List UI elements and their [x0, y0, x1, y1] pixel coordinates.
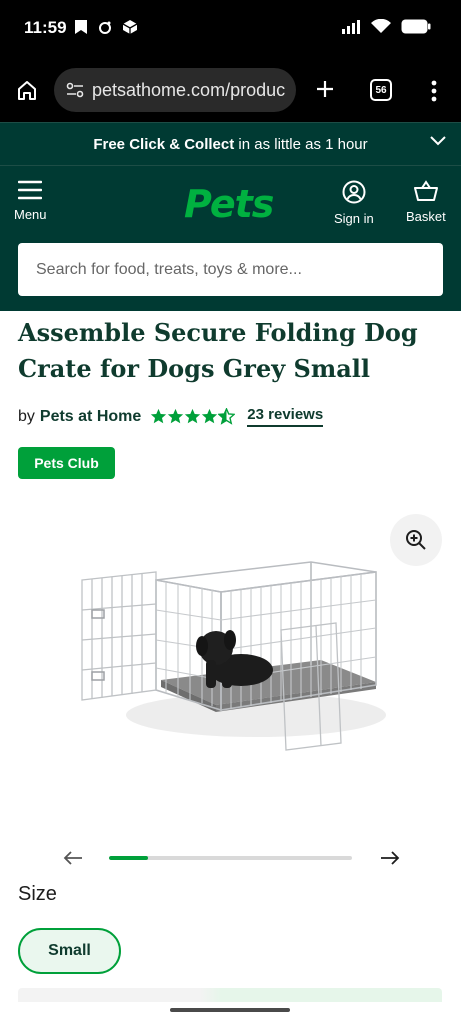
circle-icon — [99, 21, 111, 34]
bookmark-icon — [75, 20, 87, 34]
browser-toolbar: petsathome.com/produc 56 — [0, 58, 461, 122]
status-system-icons — [341, 19, 431, 34]
carousel-progress-fill — [109, 856, 148, 860]
basket-button[interactable]: Basket — [406, 180, 446, 224]
more-vert-icon — [431, 80, 437, 102]
product-image[interactable] — [66, 500, 396, 800]
status-bar: 11:59 — [0, 0, 461, 58]
url-text: petsathome.com/produc — [92, 79, 286, 100]
size-option-small[interactable]: Small — [18, 928, 121, 974]
signal-icon — [342, 19, 360, 34]
user-icon — [342, 180, 366, 204]
search-input[interactable]: Search for food, treats, toys & more... — [18, 243, 443, 296]
plus-icon — [317, 81, 333, 97]
menu-button[interactable]: Menu — [14, 180, 47, 222]
basket-label: Basket — [406, 209, 446, 224]
zoom-in-icon — [406, 530, 426, 550]
pets-club-badge: Pets Club — [18, 447, 115, 479]
status-notification-icons — [74, 19, 138, 35]
previous-image-button[interactable] — [60, 847, 86, 869]
site-header: Menu Pets Sign in Basket Search for food… — [0, 166, 461, 311]
star-rating — [150, 408, 236, 425]
promo-rest: in as little as 1 hour — [234, 136, 368, 153]
carousel-progress — [109, 856, 352, 860]
by-label: by — [18, 407, 35, 425]
arrow-right-icon — [381, 851, 400, 865]
next-section-peek — [18, 988, 442, 1002]
promo-text: Free Click & Collect in as little as 1 h… — [0, 136, 461, 153]
star-icon — [202, 408, 218, 424]
next-image-button[interactable] — [377, 847, 403, 869]
size-label: Size — [18, 883, 57, 905]
zoom-button[interactable] — [390, 514, 442, 566]
star-icon — [168, 408, 184, 424]
new-tab-button[interactable] — [310, 74, 340, 104]
tab-switcher-button[interactable]: 56 — [370, 79, 392, 101]
status-time: 11:59 — [24, 18, 67, 37]
sign-in-button[interactable]: Sign in — [334, 180, 374, 226]
browser-menu-button[interactable] — [424, 76, 444, 106]
promo-bold: Free Click & Collect — [93, 136, 235, 153]
wifi-icon — [371, 19, 391, 33]
sign-in-label: Sign in — [334, 211, 374, 226]
hamburger-icon — [18, 180, 43, 200]
star-icon — [185, 408, 201, 424]
home-icon — [18, 81, 36, 100]
battery-icon — [401, 19, 431, 34]
box-icon — [122, 20, 138, 34]
home-indicator[interactable] — [170, 1008, 290, 1012]
product-title: Assemble Secure Folding Dog Crate for Do… — [18, 318, 418, 383]
address-bar[interactable]: petsathome.com/produc — [54, 68, 296, 112]
star-icon — [151, 408, 167, 424]
site-settings-icon[interactable] — [66, 82, 84, 98]
image-carousel-controls — [0, 845, 461, 871]
basket-icon — [413, 180, 438, 201]
product-byline: by Pets at Home 23 reviews — [18, 406, 324, 427]
reviews-link[interactable]: 23 reviews — [247, 406, 324, 427]
menu-label: Menu — [14, 207, 47, 222]
half-star-icon — [218, 408, 236, 425]
pets-logo[interactable]: Pets — [184, 182, 274, 226]
brand-name: Pets at Home — [39, 407, 142, 425]
promo-banner[interactable]: Free Click & Collect in as little as 1 h… — [0, 122, 461, 166]
chevron-down-icon[interactable] — [429, 135, 447, 147]
search-placeholder: Search for food, treats, toys & more... — [36, 260, 302, 278]
arrow-left-icon — [63, 851, 82, 865]
browser-home-button[interactable] — [12, 75, 42, 105]
